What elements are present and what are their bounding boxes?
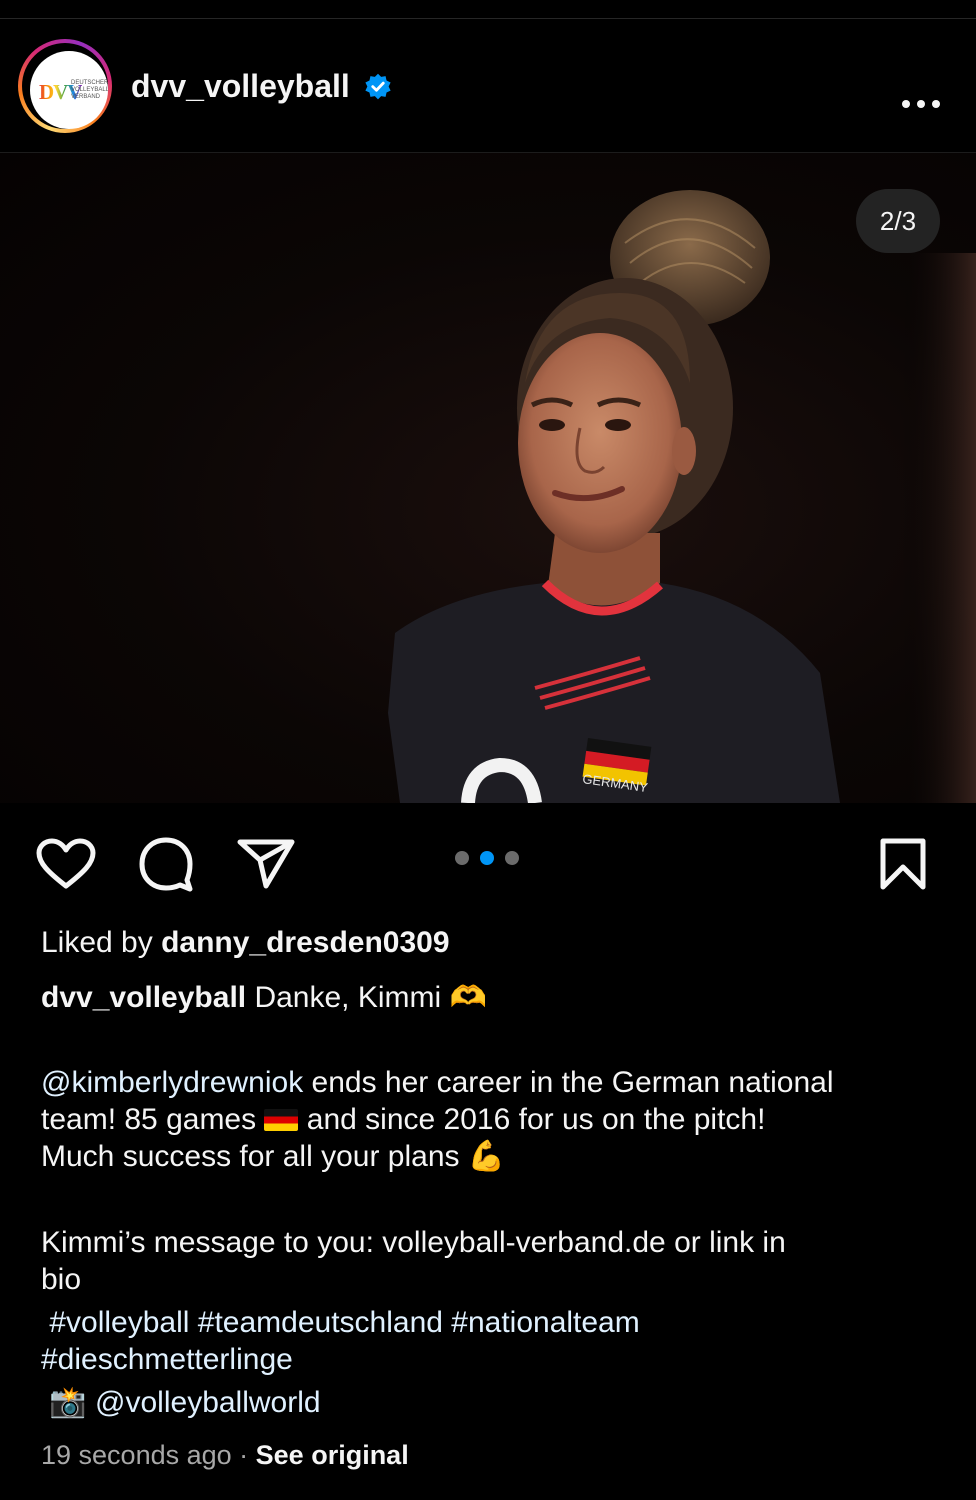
- heart-hands-emoji: 🫶: [449, 980, 487, 1015]
- avatar: DVV DEUTSCHER VOLLEYBALL VERBAND: [30, 51, 108, 129]
- bookmark-outline-icon[interactable]: [878, 837, 928, 891]
- verified-badge-icon: [365, 73, 391, 100]
- post-footer: 19 seconds ago · See original: [41, 1437, 941, 1474]
- flexed-biceps-emoji: 💪: [467, 1139, 506, 1174]
- credit-mention[interactable]: @volleyballworld: [87, 1386, 321, 1419]
- caption-p1-a: ends her career in the German national: [303, 1066, 834, 1099]
- carousel-dot-1: [455, 851, 469, 865]
- comment-bubble-icon[interactable]: [138, 836, 194, 892]
- caption-username[interactable]: dvv_volleyball: [41, 981, 246, 1014]
- athlete-photo-illustration: GERMANY: [388, 190, 976, 803]
- hashtags-line-1[interactable]: #volleyball #teamdeutschland #nationalte…: [49, 1306, 639, 1339]
- liked-by-user[interactable]: danny_dresden0309: [161, 926, 449, 959]
- caption-paragraph-2: Kimmi’s message to you: volleyball-verba…: [41, 1224, 941, 1298]
- carousel-dot-3: [505, 851, 519, 865]
- caption-p1-c: Much success for all your plans: [41, 1140, 468, 1173]
- post-header: DVV DEUTSCHER VOLLEYBALL VERBAND dvv_vol…: [0, 20, 976, 152]
- footer-separator: ·: [231, 1440, 256, 1470]
- account-username[interactable]: dvv_volleyball: [131, 68, 350, 105]
- post-timestamp: 19 seconds ago: [41, 1440, 232, 1470]
- avatar-logo-subtext: DEUTSCHER VOLLEYBALL VERBAND: [71, 80, 108, 100]
- top-divider: [0, 18, 976, 19]
- caption-p1-b-post: and since 2016 for us on the pitch!: [298, 1103, 766, 1136]
- caption-p2-a: Kimmi’s message to you: volleyball-verba…: [41, 1226, 786, 1259]
- mention-link[interactable]: @kimberlydrewniok: [41, 1066, 303, 1099]
- avatar-story-ring[interactable]: DVV DEUTSCHER VOLLEYBALL VERBAND: [18, 39, 112, 133]
- caption-hashtags: #volleyball #teamdeutschland #nationalte…: [41, 1304, 941, 1378]
- see-original-link[interactable]: See original: [256, 1440, 409, 1470]
- carousel-indicator: [453, 850, 525, 866]
- post-photo[interactable]: GERMANY 2/3: [0, 153, 976, 803]
- hashtags-line-2[interactable]: #dieschmetterlinge: [41, 1343, 293, 1376]
- liked-by-prefix: Liked by: [41, 926, 162, 959]
- paper-plane-icon[interactable]: [236, 838, 296, 890]
- caption-p2-b: bio: [41, 1263, 82, 1296]
- carousel-counter: 2/3: [856, 189, 940, 253]
- caption-text: Danke, Kimmi: [246, 981, 450, 1014]
- caption-paragraph-1: @kimberlydrewniok ends her career in the…: [41, 1064, 941, 1175]
- carousel-dot-2-active: [480, 851, 494, 865]
- more-horizontal-icon[interactable]: [896, 96, 946, 116]
- germany-flag-emoji: [264, 1109, 299, 1131]
- heart-outline-icon[interactable]: [36, 838, 96, 890]
- liked-by-line: Liked by danny_dresden0309: [41, 924, 941, 961]
- caption-first-line: dvv_volleyball Danke, Kimmi 🫶: [41, 979, 941, 1016]
- caption-p1-b-pre: team! 85 games: [41, 1103, 265, 1136]
- caption-credit: 📸 @volleyballworld: [41, 1384, 941, 1421]
- camera-flash-emoji: 📸: [49, 1385, 87, 1420]
